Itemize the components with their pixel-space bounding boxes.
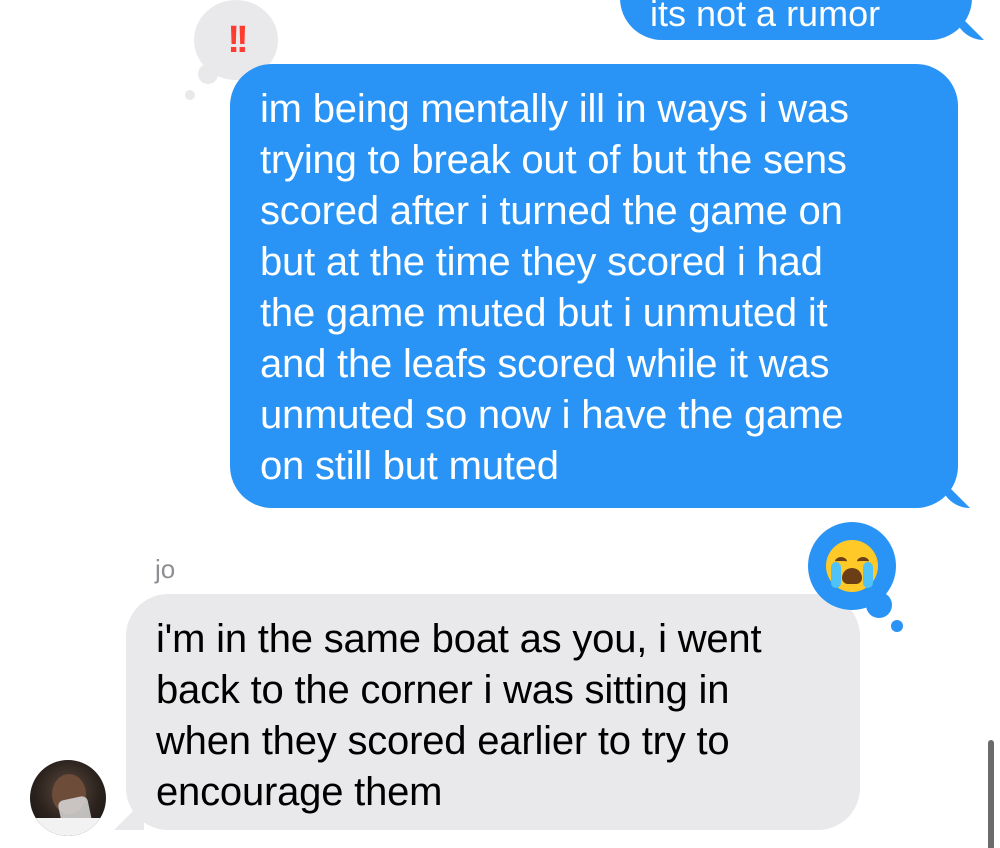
reaction-bubble-dot (185, 90, 195, 100)
outgoing-message-bubble[interactable]: im being mentally ill in ways i was tryi… (230, 64, 970, 508)
sender-name: jo (155, 554, 176, 584)
message-text: its not a rumor (650, 0, 881, 34)
incoming-message-bubble[interactable]: i'm in the same boat as you, i went back… (114, 594, 860, 830)
message-text: im being mentally ill in ways i was tryi… (260, 87, 849, 488)
outgoing-message-bubble[interactable]: its not a rumor (620, 0, 984, 40)
avatar[interactable] (30, 760, 106, 836)
message-text: i'm in the same boat as you, i went back… (156, 617, 762, 814)
bubble-tail (114, 800, 144, 830)
crying-reaction-badge[interactable] (808, 522, 896, 610)
double-exclamation-icon: !! (227, 18, 248, 61)
reaction-bubble-dot (891, 620, 903, 632)
scroll-indicator[interactable] (988, 740, 994, 848)
bubble-tail (954, 10, 984, 40)
message-thread: its not a rumor !! im being mentally ill… (0, 0, 1000, 848)
crying-face-icon (826, 540, 878, 592)
bubble-tail (940, 478, 970, 508)
